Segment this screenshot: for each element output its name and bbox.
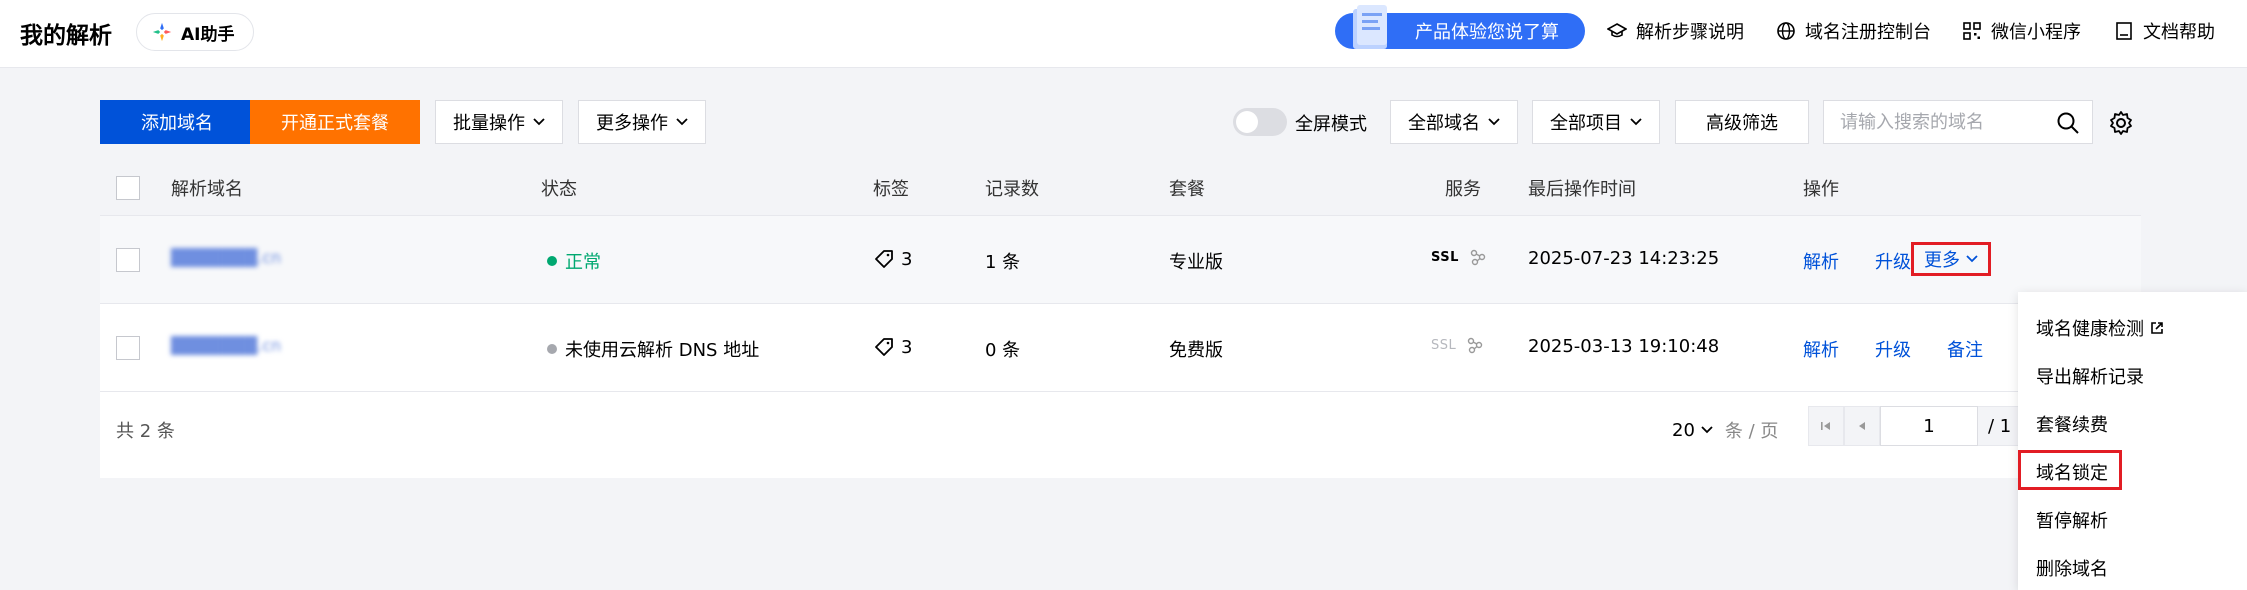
advanced-filter-button[interactable]: 高级筛选 [1675, 100, 1809, 144]
column-header: 解析域名 [171, 179, 243, 200]
table-row: ███████.cn 正常 3 1 条 专业版 SSL 2025-07-23 1… [100, 216, 2141, 304]
first-page-button[interactable] [1808, 406, 1844, 446]
gear-icon[interactable] [2108, 110, 2134, 136]
menu-item-health-check[interactable]: 域名健康检测 [2036, 315, 2164, 341]
upgrade-link[interactable]: 升级 [1875, 248, 1911, 274]
chevron-down-icon [1488, 118, 1500, 126]
prev-page-button[interactable] [1844, 406, 1880, 446]
last-operation-time: 2025-03-13 19:10:48 [1528, 336, 1720, 357]
menu-item-renew-plan[interactable]: 套餐续费 [2036, 411, 2108, 437]
share-nodes-icon[interactable] [1466, 336, 1484, 354]
feedback-promo-button[interactable]: 产品体验您说了算 [1335, 5, 1585, 49]
status-dot [547, 344, 557, 354]
prev-page-icon [1859, 422, 1865, 430]
ai-assistant-label: AI助手 [181, 24, 235, 45]
select-all-checkbox[interactable] [116, 176, 140, 200]
domain-name-link[interactable]: ███████.cn [171, 248, 281, 267]
last-operation-time: 2025-07-23 14:23:25 [1528, 248, 1720, 269]
qrcode-icon [1963, 22, 1981, 40]
service-icons: SSL [1431, 336, 1484, 354]
chevron-down-icon [1966, 255, 1978, 263]
docs-help-link[interactable]: 文档帮助 [2114, 18, 2215, 44]
more-operations-dropdown[interactable]: 更多操作 [578, 100, 706, 144]
book-icon [2116, 22, 2132, 40]
search-input[interactable] [1824, 101, 2049, 143]
tag-icon [875, 338, 893, 356]
open-plan-button[interactable]: 开通正式套餐 [250, 100, 420, 144]
service-icons: SSL [1431, 248, 1487, 266]
more-actions-menu: 域名健康检测 导出解析记录 套餐续费 域名锁定 暂停解析 删除域名 [2018, 292, 2247, 590]
share-nodes-icon[interactable] [1469, 248, 1487, 266]
fullscreen-label: 全屏模式 [1295, 114, 1367, 135]
guide-link[interactable]: 解析步骤说明 [1607, 18, 1744, 44]
document-survey-icon [1353, 5, 1387, 49]
search-icon[interactable] [2056, 111, 2080, 135]
tag-icon [875, 250, 893, 268]
menu-item-pause-resolution[interactable]: 暂停解析 [2036, 507, 2108, 533]
chevron-down-icon [1630, 118, 1642, 126]
domain-table: 解析域名 状态 标签 记录数 套餐 服务 最后操作时间 操作 ███████.c… [100, 160, 2141, 478]
domain-console-link[interactable]: 域名注册控制台 [1776, 18, 1931, 44]
column-header: 标签 [873, 179, 909, 200]
table-row: ███████.cn 未使用云解析 DNS 地址 3 0 条 免费版 SSL 2… [100, 304, 2141, 392]
globe-icon [1777, 22, 1795, 40]
add-domain-button[interactable]: 添加域名 [100, 100, 254, 144]
chevron-down-icon [1701, 426, 1713, 434]
domain-lock-highlight [2018, 450, 2122, 490]
ssl-icon[interactable]: SSL [1431, 250, 1459, 265]
page-size-select[interactable]: 20 条 / 页 [1672, 417, 1778, 443]
first-page-icon [1821, 422, 1830, 430]
resolve-link[interactable]: 解析 [1803, 336, 1839, 362]
all-projects-dropdown[interactable]: 全部项目 [1532, 100, 1660, 144]
column-header: 记录数 [985, 179, 1039, 200]
plan-name: 专业版 [1169, 252, 1223, 273]
remark-link[interactable]: 备注 [1947, 336, 1983, 362]
table-header: 解析域名 状态 标签 记录数 套餐 服务 最后操作时间 操作 [100, 160, 2141, 216]
row-checkbox[interactable] [116, 248, 140, 272]
batch-operations-dropdown[interactable]: 批量操作 [435, 100, 563, 144]
status-dot [547, 256, 557, 266]
ssl-icon[interactable]: SSL [1431, 338, 1456, 353]
graduation-cap-icon [1607, 23, 1627, 38]
status-badge: 未使用云解析 DNS 地址 [547, 336, 759, 362]
fullscreen-toggle[interactable] [1233, 108, 1287, 136]
plan-name: 免费版 [1169, 340, 1223, 361]
more-actions-button[interactable]: 更多 [1911, 242, 1991, 276]
page-title: 我的解析 [20, 23, 112, 49]
tag-count[interactable]: 3 [873, 248, 912, 270]
promo-label: 产品体验您说了算 [1415, 22, 1559, 43]
all-domains-dropdown[interactable]: 全部域名 [1390, 100, 1518, 144]
record-count: 1 条 [985, 252, 1021, 273]
menu-item-delete-domain[interactable]: 删除域名 [2036, 555, 2108, 581]
total-count: 共 2 条 [116, 421, 175, 442]
external-link-icon [2151, 322, 2163, 334]
page-number-input[interactable]: 1 [1880, 406, 1978, 446]
wechat-miniprogram-link[interactable]: 微信小程序 [1962, 18, 2081, 44]
ai-assistant-button[interactable]: AI助手 [136, 13, 254, 51]
ai-spark-icon [152, 22, 172, 42]
row-checkbox[interactable] [116, 336, 140, 360]
column-header: 操作 [1803, 179, 1839, 200]
column-header: 状态 [541, 179, 577, 200]
top-bar: 我的解析 AI助手 产品体验您说了算 解析步骤说明 域名注册控制台 微信小程序 [0, 0, 2247, 68]
status-badge: 正常 [547, 248, 601, 274]
column-header: 服务 [1445, 179, 1481, 200]
column-header: 最后操作时间 [1528, 179, 1636, 200]
toggle-knob [1236, 111, 1258, 133]
pagination: 1 / 1 [1808, 406, 2026, 446]
menu-item-export-records[interactable]: 导出解析记录 [2036, 363, 2144, 389]
upgrade-link[interactable]: 升级 [1875, 336, 1911, 362]
tag-count[interactable]: 3 [873, 336, 912, 358]
resolve-link[interactable]: 解析 [1803, 248, 1839, 274]
record-count: 0 条 [985, 340, 1021, 361]
chevron-down-icon [533, 118, 545, 126]
domain-search-box [1823, 100, 2093, 144]
chevron-down-icon [676, 118, 688, 126]
domain-name-link[interactable]: ███████.cn [171, 336, 281, 355]
column-header: 套餐 [1169, 179, 1205, 200]
